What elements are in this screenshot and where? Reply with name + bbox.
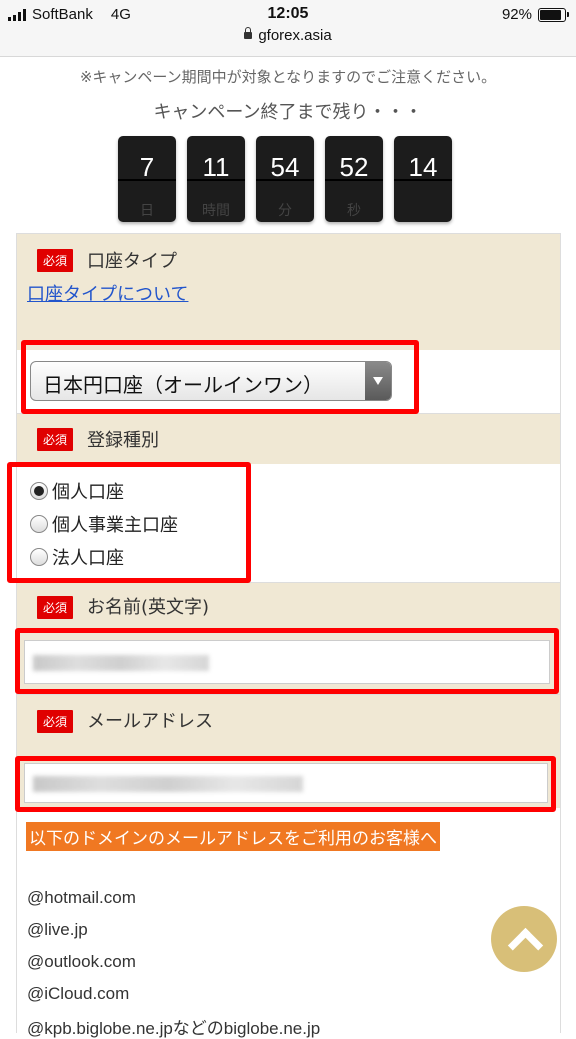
email-input[interactable] [24, 763, 548, 803]
url-text: gforex.asia [258, 27, 332, 44]
domain-item: @hotmail.com [27, 888, 136, 907]
radio-corporate[interactable]: 法人口座 [30, 544, 124, 570]
battery-percent: 92% [501, 6, 532, 23]
browser-status-bar: SoftBank 4G 12:05 92% gforex.asia [0, 0, 576, 57]
account-type-label: 口座タイプ [87, 251, 177, 272]
countdown-seconds: 52 秒 [325, 136, 383, 222]
dropdown-arrow-icon [365, 362, 391, 400]
email-row: 必須 メールアドレス [17, 694, 560, 743]
name-blurred-value [33, 655, 209, 671]
radio-label: 法人口座 [52, 548, 124, 569]
countdown-unit: 秒 [347, 203, 361, 219]
required-badge: 必須 [37, 596, 74, 619]
countdown-fraction: 14 [394, 136, 452, 222]
countdown-hours: 11 時間 [187, 136, 245, 222]
domain-notice-banner: 以下のドメインのメールアドレスをご利用のお客様へ [26, 822, 440, 851]
account-type-select[interactable]: 日本円口座（オールインワン） [30, 361, 392, 401]
countdown-value: 11 [202, 152, 230, 182]
account-type-row: 必須 口座タイプ 口座タイプについて [17, 233, 560, 350]
name-input[interactable] [24, 640, 550, 684]
countdown-unit: 分 [278, 203, 292, 219]
lock-icon [244, 27, 253, 39]
required-badge: 必須 [37, 428, 74, 451]
radio-label: 個人口座 [52, 482, 124, 503]
countdown-value: 14 [408, 152, 438, 182]
campaign-notice: ※キャンペーン期間中が対象となりますのでご注意ください。 [79, 68, 497, 86]
name-label: お名前(英文字) [87, 597, 210, 618]
countdown-unit: 時間 [202, 203, 230, 219]
countdown-value: 54 [270, 152, 300, 182]
countdown-unit: 日 [140, 203, 154, 219]
clock: 12:05 [267, 5, 309, 22]
radio-button[interactable] [30, 515, 48, 533]
domain-item: @kpb.biglobe.ne.jpなどのbiglobe.ne.jp [27, 1019, 321, 1038]
countdown-value: 7 [139, 152, 155, 182]
name-row: 必須 お名前(英文字) [17, 582, 560, 629]
radio-label: 個人事業主口座 [52, 515, 178, 536]
required-badge: 必須 [37, 249, 74, 272]
scroll-to-top-button[interactable] [491, 906, 557, 972]
battery-info: 92% [501, 6, 569, 23]
account-type-selected: 日本円口座（オールインワン） [43, 373, 323, 397]
required-badge: 必須 [37, 710, 74, 733]
countdown-value: 52 [339, 152, 369, 182]
battery-icon [538, 7, 569, 22]
email-blurred-value [33, 776, 303, 792]
countdown-timer: 7日 11 時間 54 分 52 秒 14 [118, 136, 452, 222]
radio-individual[interactable]: 個人口座 [30, 478, 124, 504]
address-bar[interactable]: gforex.asia [0, 27, 576, 44]
registration-type-label: 登録種別 [87, 430, 159, 451]
email-label: メールアドレス [87, 711, 213, 732]
domain-item: @outlook.com [27, 952, 136, 971]
domain-item: @iCloud.com [27, 984, 130, 1003]
countdown-minutes: 54 分 [256, 136, 314, 222]
radio-button[interactable] [30, 482, 48, 500]
registration-type-row: 必須 登録種別 [17, 413, 560, 464]
radio-button[interactable] [30, 548, 48, 566]
countdown-days: 7日 [118, 136, 176, 222]
account-type-info-link[interactable]: 口座タイプについて [27, 280, 188, 306]
radio-sole-proprietor[interactable]: 個人事業主口座 [30, 511, 178, 537]
campaign-remaining: キャンペーン終了まで残り・・・ [153, 102, 423, 123]
domain-item: @live.jp [27, 920, 88, 939]
